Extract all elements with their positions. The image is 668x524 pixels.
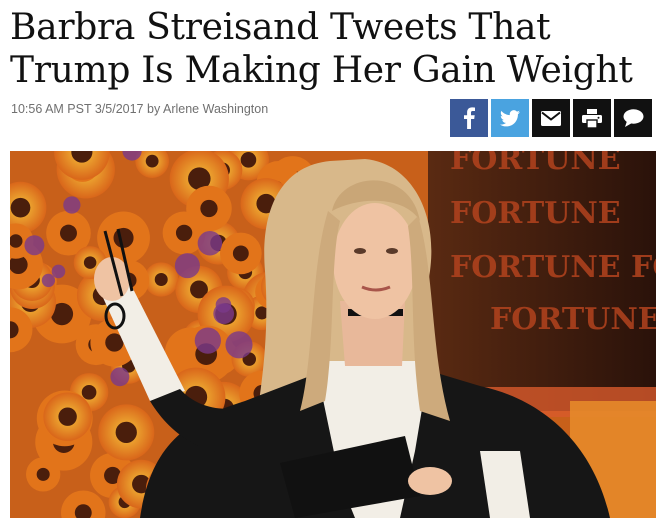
sunflower-center [58,407,77,426]
print-button[interactable] [573,99,611,137]
article-meta: 10:56 AM PST 3/5/2017 by Arlene Washingt… [11,102,268,116]
purple-flower [225,331,253,359]
article-headline: Barbra Streisand Tweets That Trump Is Ma… [10,6,658,92]
purple-flower [213,303,235,325]
article-photo: FORTUNE FORTUNE FORTUNE FO FORTUNE [10,151,656,518]
comment-button[interactable] [614,99,652,137]
sunflower-center [232,245,249,262]
sunflower-center [60,224,77,242]
facebook-icon [462,107,476,129]
timestamp: 10:56 AM PST 3/5/2017 [11,102,144,116]
backdrop-text-3: FORTUNE FO [450,250,656,285]
twitter-share-button[interactable] [491,99,529,137]
sunflower-center [200,199,218,218]
backdrop-text-1: FORTUNE [450,151,621,177]
purple-flower [110,367,130,387]
purple-flower [63,196,81,214]
sunflower-center [36,467,50,481]
email-icon [541,110,561,126]
photo-illustration: FORTUNE FORTUNE FORTUNE FO FORTUNE [10,151,656,518]
purple-flower [24,235,45,256]
sunflower-center [83,256,97,269]
sunflower-center [81,385,97,400]
headline-line-2: Trump Is Making Her Gain Weight [10,50,633,91]
byline-prefix: by [147,102,161,116]
sunflower-center [154,272,168,286]
purple-flower [51,264,66,279]
purple-flower [174,253,200,279]
sunflower-center [10,197,31,218]
backdrop-text-4: FORTUNE [490,302,656,337]
twitter-icon [500,109,520,127]
email-share-button[interactable] [532,99,570,137]
comment-icon [623,109,644,127]
purple-flower [194,327,221,354]
sunflower-center [113,227,134,248]
author-link[interactable]: Arlene Washington [163,102,268,116]
facebook-share-button[interactable] [450,99,488,137]
sunflower-center [115,421,137,444]
backdrop-text-2: FORTUNE [450,196,621,231]
headline-line-1: Barbra Streisand Tweets That [10,7,551,48]
share-bar [450,99,652,137]
print-icon [582,108,602,128]
sunflower-center [240,152,257,168]
sunflower-center [145,154,159,168]
sunflower-center [175,224,193,242]
purple-flower [197,230,223,256]
purple-flower [41,273,56,288]
